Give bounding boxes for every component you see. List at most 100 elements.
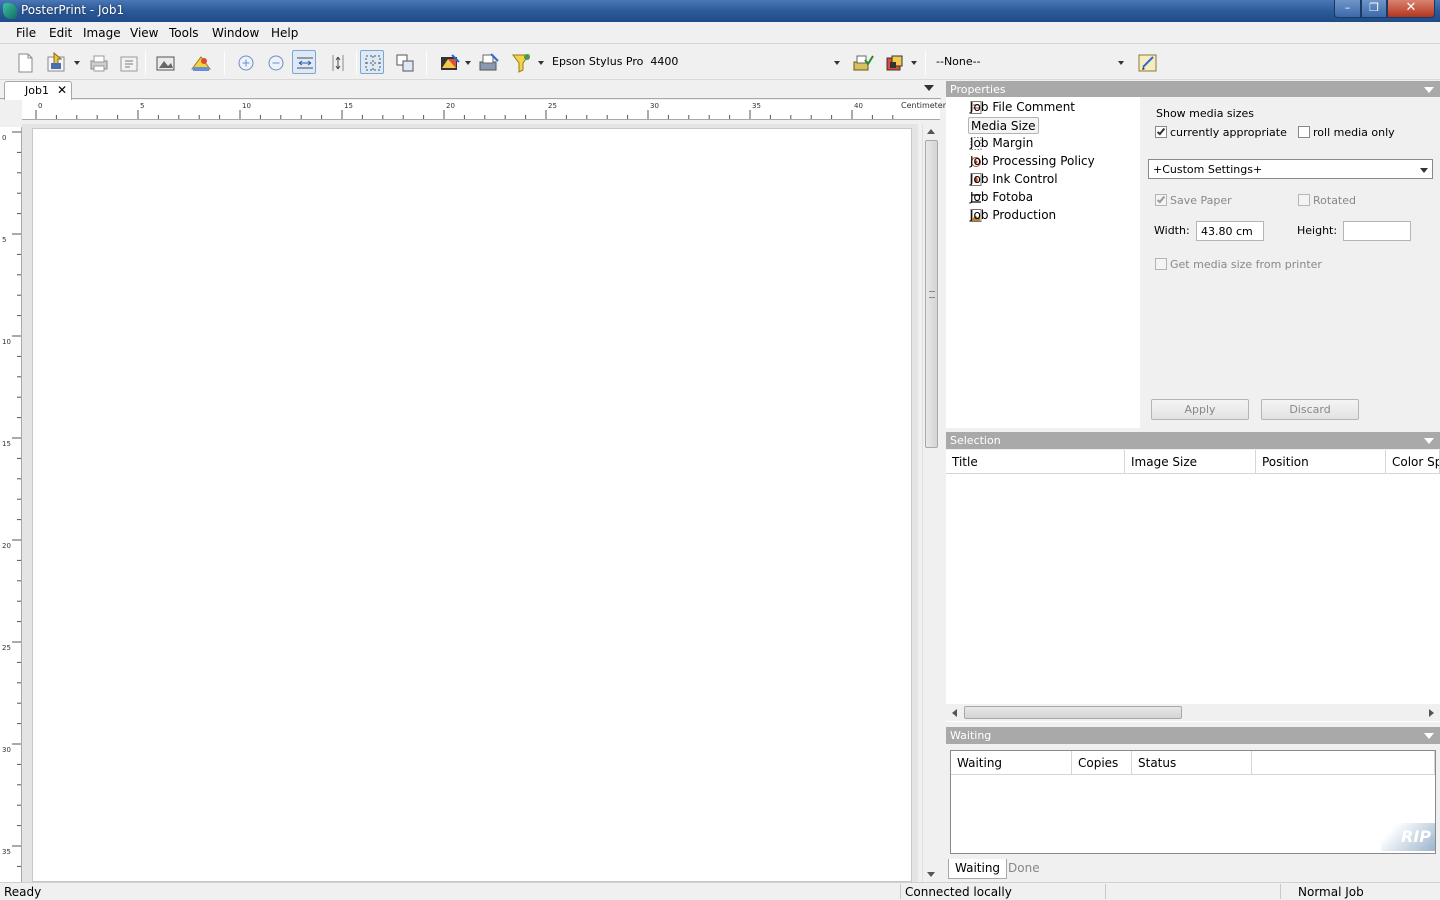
zoom-in-icon[interactable] — [233, 50, 257, 74]
panel-menu-icon[interactable] — [1424, 438, 1434, 444]
get-media-size-checkbox[interactable] — [1155, 258, 1167, 270]
property-item-job-ink-control[interactable]: Job Ink Control — [968, 171, 1060, 188]
show-grid-icon[interactable] — [360, 50, 384, 74]
column-header-title[interactable]: Title — [946, 450, 1125, 474]
filter-dropdown-icon[interactable] — [538, 61, 544, 65]
ruler-label: 10 — [242, 102, 251, 110]
menu-image[interactable]: Image — [83, 26, 121, 40]
currently-appropriate-label: currently appropriate — [1170, 126, 1287, 139]
maximize-button[interactable]: ❐ — [1361, 0, 1387, 18]
ruler-label: 5 — [2, 236, 6, 244]
menu-edit[interactable]: Edit — [49, 26, 72, 40]
close-button[interactable]: ✕ — [1387, 0, 1435, 18]
panel-menu-icon[interactable] — [1424, 733, 1434, 739]
printer-status-icon[interactable] — [850, 50, 874, 74]
property-item-job-processing-policy[interactable]: Job Processing Policy — [968, 153, 1097, 170]
status-text: Ready — [4, 885, 42, 899]
tab-list-dropdown-icon[interactable] — [924, 85, 934, 91]
ruler-label: 30 — [650, 102, 659, 110]
printer-select[interactable]: Epson Stylus Pro 4400 — [549, 51, 845, 73]
roll-media-only-checkbox[interactable] — [1298, 126, 1310, 138]
column-header-waiting[interactable]: Waiting — [951, 751, 1072, 775]
tab-waiting[interactable]: Waiting — [948, 859, 1008, 879]
menu-help[interactable]: Help — [271, 26, 298, 40]
minimize-button[interactable]: – — [1334, 0, 1361, 18]
grip-icon — [929, 291, 935, 298]
property-item-job-margin[interactable]: Job Margin — [968, 135, 1035, 152]
layout-icon[interactable] — [153, 50, 177, 74]
column-header-color-space[interactable]: Color Sp... — [1386, 450, 1440, 474]
save-paper-checkbox[interactable] — [1155, 194, 1167, 206]
media-size-select-value: +Custom Settings+ — [1153, 163, 1263, 176]
column-header-image-size[interactable]: Image Size — [1125, 450, 1256, 474]
scroll-right-arrow-icon[interactable] — [1429, 709, 1434, 717]
vertical-ruler-ticks: 0 5 10 15 20 25 30 35 — [2, 131, 21, 867]
color-management-icon[interactable] — [437, 50, 461, 74]
close-icon[interactable]: ✕ — [57, 83, 67, 97]
ruler-label: 15 — [344, 102, 353, 110]
printer-settings-icon[interactable] — [476, 50, 500, 74]
open-dropdown-icon[interactable] — [74, 61, 80, 65]
tab-job1[interactable]: Job1 ✕ — [4, 81, 72, 100]
menu-bar: File Edit Image View Tools Window Help — [0, 22, 1440, 44]
currently-appropriate-checkbox[interactable] — [1155, 126, 1167, 138]
print-page[interactable] — [32, 128, 912, 882]
discard-button[interactable]: Discard — [1261, 399, 1359, 420]
horizontal-ruler-ticks: 0 5 10 15 20 25 30 35 40 — [35, 102, 894, 119]
new-job-icon[interactable] — [12, 50, 36, 74]
fit-width-icon[interactable] — [292, 50, 316, 74]
print-icon[interactable] — [86, 50, 110, 74]
printer-select-value: Epson Stylus Pro 4400 — [552, 55, 679, 68]
status-bar: Ready Connected locally Normal Job — [0, 882, 1440, 900]
ruler-label: 35 — [752, 102, 761, 110]
document-tabstrip: Job1 ✕ — [0, 80, 941, 100]
color-palette-icon[interactable] — [188, 50, 212, 74]
height-field[interactable] — [1343, 221, 1411, 241]
color-management-dropdown-icon[interactable] — [465, 61, 471, 65]
column-header-copies[interactable]: Copies — [1072, 751, 1132, 775]
width-field[interactable]: 43.80 cm — [1196, 221, 1264, 241]
property-item-media-size[interactable]: Media Size — [968, 117, 1039, 134]
ruler-label: 10 — [2, 338, 11, 346]
scroll-thumb[interactable] — [925, 140, 938, 448]
media-dropdown-icon[interactable] — [911, 61, 917, 65]
chevron-down-icon[interactable] — [832, 55, 843, 69]
zoom-out-icon[interactable] — [263, 50, 287, 74]
filter-icon[interactable] — [509, 50, 533, 74]
menu-file[interactable]: File — [16, 26, 36, 40]
property-item-job-file-comment[interactable]: Job File Comment — [968, 99, 1077, 116]
column-header-position[interactable]: Position — [1256, 450, 1386, 474]
property-item-job-production[interactable]: Job Production — [968, 207, 1058, 224]
panel-menu-icon[interactable] — [1424, 87, 1434, 93]
ruler-label: 5 — [140, 102, 144, 110]
chevron-down-icon[interactable] — [1420, 168, 1428, 173]
open-image-icon[interactable] — [43, 50, 67, 74]
column-header-status[interactable]: Status — [1132, 751, 1252, 775]
menu-tools[interactable]: Tools — [169, 26, 199, 40]
tile-view-icon[interactable] — [392, 50, 416, 74]
property-item-job-fotoba[interactable]: Job Fotoba — [968, 189, 1035, 206]
menu-view[interactable]: View — [130, 26, 158, 40]
preset-select[interactable]: --None-- — [933, 51, 1129, 73]
scroll-thumb[interactable] — [964, 706, 1182, 719]
print-setup-icon[interactable] — [116, 50, 140, 74]
show-media-sizes-label: Show media sizes — [1156, 107, 1254, 120]
media-icon[interactable] — [882, 50, 906, 74]
height-label: Height: — [1297, 224, 1338, 237]
fit-height-icon[interactable] — [325, 50, 349, 74]
vertical-scrollbar[interactable] — [922, 124, 939, 882]
horizontal-scrollbar[interactable] — [946, 704, 1440, 721]
toolbar-separator — [356, 51, 357, 75]
media-size-select[interactable]: +Custom Settings+ — [1148, 159, 1433, 179]
scroll-left-arrow-icon[interactable] — [952, 709, 957, 717]
menu-window[interactable]: Window — [212, 26, 259, 40]
tab-done[interactable]: Done — [1002, 859, 1046, 879]
scroll-up-arrow-icon[interactable] — [927, 129, 935, 134]
rotated-checkbox[interactable] — [1298, 194, 1310, 206]
apply-button[interactable]: Apply — [1151, 399, 1249, 420]
preset-edit-icon[interactable] — [1135, 50, 1159, 74]
job-type-status: Normal Job — [1298, 885, 1364, 899]
scroll-down-arrow-icon[interactable] — [927, 872, 935, 877]
properties-header: Properties — [946, 81, 1440, 98]
chevron-down-icon[interactable] — [1116, 55, 1127, 69]
